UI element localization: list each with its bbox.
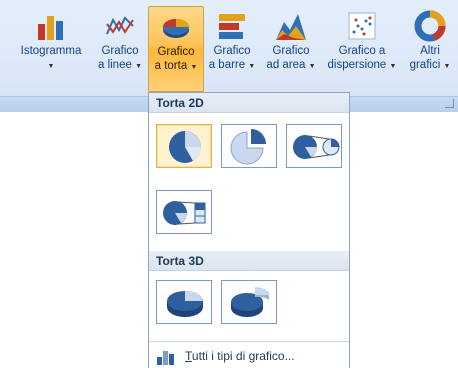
pie-2d-tile[interactable] bbox=[156, 124, 212, 168]
section-header-3d: Torta 3D bbox=[149, 251, 349, 271]
pie-chart-gallery: Torta 2D Torta 3D Tutti i tipi di grafic… bbox=[148, 92, 350, 368]
line-chart-icon bbox=[106, 16, 134, 35]
line-chart-button[interactable]: Grafico a linee ▼ bbox=[92, 6, 148, 92]
doughnut-chart-icon bbox=[414, 10, 446, 42]
line-chart-label-2: a linee bbox=[97, 59, 132, 71]
pie-3d-tile[interactable] bbox=[156, 280, 212, 324]
pie-of-pie-tile[interactable] bbox=[286, 124, 342, 168]
exploded-pie-2d-icon bbox=[230, 129, 266, 165]
dropdown-arrow-icon: ▼ bbox=[389, 63, 397, 70]
exploded-pie-3d-tile[interactable] bbox=[221, 280, 277, 324]
dropdown-arrow-icon: ▼ bbox=[135, 63, 143, 70]
exploded-pie-3d-icon bbox=[231, 287, 270, 317]
dropdown-arrow-icon: ▼ bbox=[443, 63, 451, 70]
pie-chart-button[interactable]: Grafico a torta ▼ bbox=[148, 6, 204, 92]
area-chart-label-2: ad area bbox=[266, 59, 306, 71]
other-charts-label-2: grafici bbox=[409, 59, 441, 71]
pie-2d-icon bbox=[169, 131, 202, 163]
area-chart-icon bbox=[276, 14, 306, 40]
bar-chart-icon bbox=[219, 14, 245, 39]
bar-chart-label-2: a barre bbox=[208, 59, 246, 71]
exploded-pie-2d-tile[interactable] bbox=[221, 124, 277, 168]
column-chart-icon bbox=[38, 16, 63, 40]
column-chart-button[interactable]: Istogramma ▼ bbox=[10, 6, 92, 92]
bar-of-pie-icon bbox=[163, 201, 206, 225]
scatter-chart-label-1: Grafico a bbox=[338, 45, 386, 57]
bar-of-pie-tile[interactable] bbox=[156, 190, 212, 234]
pie-chart-label-1: Grafico bbox=[157, 46, 195, 58]
line-chart-label-1: Grafico bbox=[101, 45, 139, 57]
scatter-chart-label-2: dispersione bbox=[327, 59, 387, 71]
dropdown-arrow-icon: ▼ bbox=[308, 63, 316, 70]
pie-3d-icon bbox=[167, 291, 203, 317]
other-charts-label-1: Altri bbox=[420, 45, 440, 57]
bar-chart-label-1: Grafico bbox=[213, 45, 251, 57]
pie-chart-label-2: a torta bbox=[154, 60, 188, 72]
area-chart-label-1: Grafico bbox=[272, 45, 310, 57]
scatter-chart-icon bbox=[348, 12, 376, 40]
section-header-2d: Torta 2D bbox=[149, 93, 349, 113]
dropdown-arrow-icon: ▼ bbox=[47, 63, 55, 70]
all-chart-types-label: Tutti i tipi di grafico... bbox=[185, 349, 295, 363]
pie-of-pie-icon bbox=[293, 135, 340, 159]
bar-chart-button[interactable]: Grafico a barre ▼ bbox=[206, 6, 258, 92]
dropdown-arrow-icon: ▼ bbox=[248, 63, 256, 70]
scatter-chart-button[interactable]: Grafico a dispersione ▼ bbox=[322, 6, 402, 92]
dropdown-arrow-icon: ▼ bbox=[190, 64, 198, 71]
area-chart-button[interactable]: Grafico ad area ▼ bbox=[262, 6, 320, 92]
dialog-launcher-icon[interactable] bbox=[445, 99, 454, 108]
other-charts-button[interactable]: Altri grafici ▼ bbox=[404, 6, 456, 92]
column-chart-label: Istogramma bbox=[20, 45, 82, 57]
pie-chart-icon bbox=[163, 19, 189, 38]
all-charts-icon bbox=[157, 351, 174, 365]
all-chart-types-item[interactable]: Tutti i tipi di grafico... bbox=[149, 341, 349, 368]
